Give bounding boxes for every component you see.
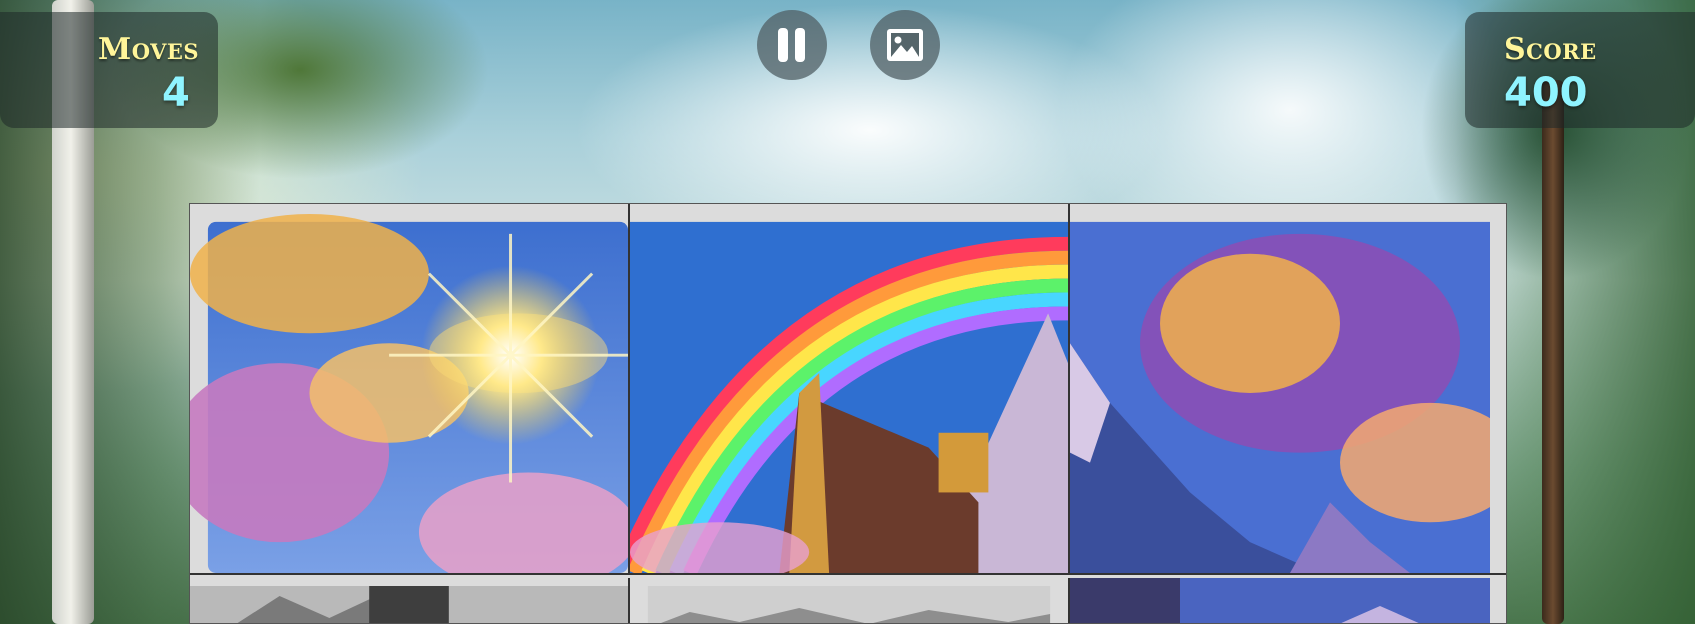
- moves-value: 4: [162, 70, 190, 116]
- puzzle-tile-sun[interactable]: [190, 204, 630, 575]
- puzzle-tile-rainbow-ark[interactable]: [630, 204, 1070, 575]
- score-label: Score: [1504, 32, 1597, 67]
- pause-icon: [778, 28, 805, 62]
- score-panel: Score 400: [1465, 12, 1695, 128]
- tile-art-color-3: [1070, 578, 1506, 623]
- pine-trunk: [1542, 80, 1564, 624]
- score-value: 400: [1504, 70, 1588, 116]
- moves-label: Moves: [98, 32, 200, 67]
- tile-art-gray-2: [630, 578, 1068, 623]
- image-icon: [887, 29, 923, 61]
- preview-image-button[interactable]: [870, 10, 940, 80]
- moves-panel: Moves 4: [0, 12, 218, 128]
- puzzle-tile-mountain[interactable]: [1070, 204, 1506, 575]
- puzzle-board: [189, 203, 1507, 624]
- pause-button[interactable]: [757, 10, 827, 80]
- puzzle-tile-unplaced[interactable]: [630, 578, 1070, 623]
- tile-art-mountain: [1070, 221, 1506, 573]
- puzzle-tile-unplaced[interactable]: [190, 578, 630, 623]
- tile-art-rainbow-ark: [630, 221, 1068, 573]
- puzzle-tile-unplaced[interactable]: [1070, 578, 1506, 623]
- tile-art-gray-1: [190, 578, 628, 623]
- tile-art-sun: [190, 213, 628, 573]
